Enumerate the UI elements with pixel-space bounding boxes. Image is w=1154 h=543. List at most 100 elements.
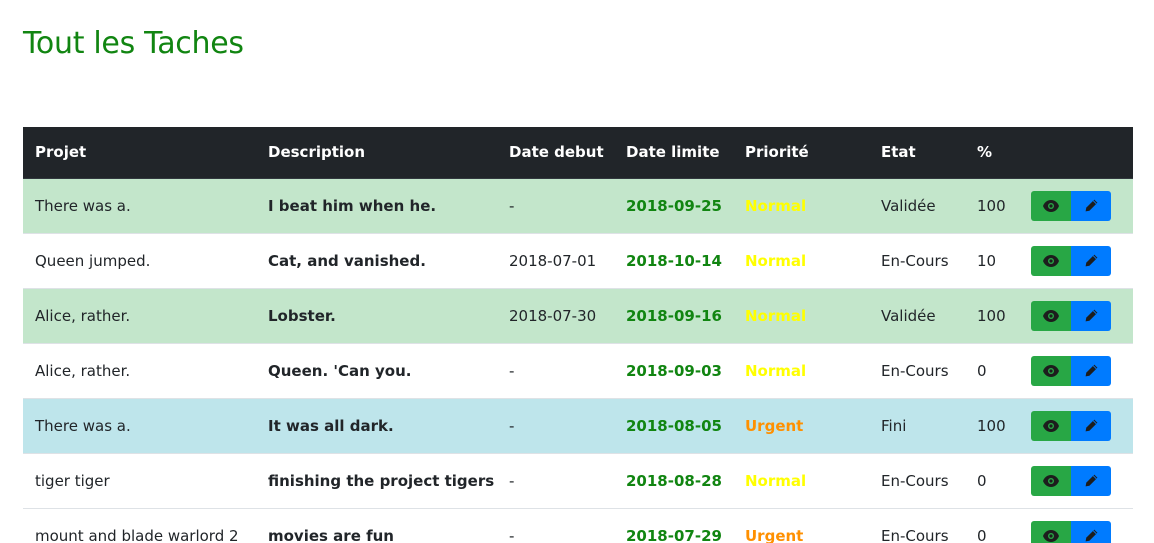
cell-status: En-Cours [869,507,965,543]
action-button-group [1031,520,1111,543]
cell-actions [1019,287,1133,343]
eye-icon [1043,529,1059,542]
cell-description: Cat, and vanished. [256,232,497,288]
header-row: Projet Description Date debut Date limit… [23,127,1133,179]
cell-deadline: 2018-09-16 [614,287,733,343]
table-row: Queen jumped. Cat, and vanished. 2018-07… [23,232,1133,288]
pencil-icon [1085,364,1098,377]
cell-percent: 0 [965,507,1019,543]
edit-button[interactable] [1071,245,1111,276]
header-date-debut: Date debut [497,127,614,179]
cell-actions [1019,177,1133,233]
cell-project: tiger tiger [23,452,256,508]
cell-deadline: 2018-08-28 [614,452,733,508]
cell-status: En-Cours [869,232,965,288]
cell-deadline: 2018-07-29 [614,507,733,543]
action-button-group [1031,465,1111,496]
page: Tout les Taches Projet Description Date … [0,0,1154,543]
cell-project: There was a. [23,397,256,453]
cell-description: finishing the project tigers [256,452,497,508]
view-button[interactable] [1031,410,1071,441]
cell-percent: 100 [965,177,1019,233]
cell-project: Alice, rather. [23,342,256,398]
cell-start-date: 2018-07-01 [497,232,614,288]
header-projet: Projet [23,127,256,179]
cell-percent: 100 [965,397,1019,453]
pencil-icon [1085,529,1098,542]
view-button[interactable] [1031,300,1071,331]
header-actions [1019,127,1133,179]
pencil-icon [1085,419,1098,432]
cell-start-date: - [497,397,614,453]
action-button-group [1031,190,1111,221]
cell-description: movies are fun [256,507,497,543]
table-row: tiger tiger finishing the project tigers… [23,452,1133,508]
action-button-group [1031,355,1111,386]
header-priorite: Priorité [733,127,869,179]
view-button[interactable] [1031,245,1071,276]
cell-percent: 0 [965,342,1019,398]
cell-start-date: - [497,177,614,233]
edit-button[interactable] [1071,410,1111,441]
cell-priority: Normal [733,177,869,233]
edit-button[interactable] [1071,300,1111,331]
cell-status: Validée [869,287,965,343]
cell-actions [1019,452,1133,508]
header-etat: Etat [869,127,965,179]
cell-percent: 10 [965,232,1019,288]
cell-deadline: 2018-10-14 [614,232,733,288]
cell-deadline: 2018-09-25 [614,177,733,233]
cell-deadline: 2018-08-05 [614,397,733,453]
cell-description: It was all dark. [256,397,497,453]
action-button-group [1031,410,1111,441]
edit-button[interactable] [1071,190,1111,221]
pencil-icon [1085,254,1098,267]
edit-button[interactable] [1071,355,1111,386]
view-button[interactable] [1031,355,1071,386]
cell-priority: Normal [733,452,869,508]
cell-description: Queen. 'Can you. [256,342,497,398]
cell-start-date: - [497,452,614,508]
cell-status: Fini [869,397,965,453]
action-button-group [1031,300,1111,331]
eye-icon [1043,364,1059,377]
cell-priority: Urgent [733,507,869,543]
pencil-icon [1085,309,1098,322]
cell-percent: 0 [965,452,1019,508]
table-row: mount and blade warlord 2 movies are fun… [23,507,1133,543]
tasks-table: Projet Description Date debut Date limit… [23,127,1133,543]
eye-icon [1043,474,1059,487]
eye-icon [1043,199,1059,212]
cell-actions [1019,507,1133,543]
cell-actions [1019,397,1133,453]
cell-description: I beat him when he. [256,177,497,233]
cell-priority: Normal [733,232,869,288]
cell-project: Queen jumped. [23,232,256,288]
action-button-group [1031,245,1111,276]
table-row: There was a. I beat him when he. - 2018-… [23,177,1133,233]
view-button[interactable] [1031,465,1071,496]
pencil-icon [1085,199,1098,212]
table-row: Alice, rather. Queen. 'Can you. - 2018-0… [23,342,1133,398]
header-description: Description [256,127,497,179]
cell-project: mount and blade warlord 2 [23,507,256,543]
cell-deadline: 2018-09-03 [614,342,733,398]
view-button[interactable] [1031,520,1071,543]
cell-priority: Normal [733,287,869,343]
page-title: Tout les Taches [23,26,244,61]
cell-priority: Normal [733,342,869,398]
eye-icon [1043,254,1059,267]
header-date-limite: Date limite [614,127,733,179]
cell-start-date: 2018-07-30 [497,287,614,343]
table-body: There was a. I beat him when he. - 2018-… [23,177,1133,543]
header-percent: % [965,127,1019,179]
cell-start-date: - [497,507,614,543]
cell-status: Validée [869,177,965,233]
table-row: Alice, rather. Lobster. 2018-07-30 2018-… [23,287,1133,343]
edit-button[interactable] [1071,465,1111,496]
pencil-icon [1085,474,1098,487]
cell-project: Alice, rather. [23,287,256,343]
cell-status: En-Cours [869,342,965,398]
view-button[interactable] [1031,190,1071,221]
edit-button[interactable] [1071,520,1111,543]
